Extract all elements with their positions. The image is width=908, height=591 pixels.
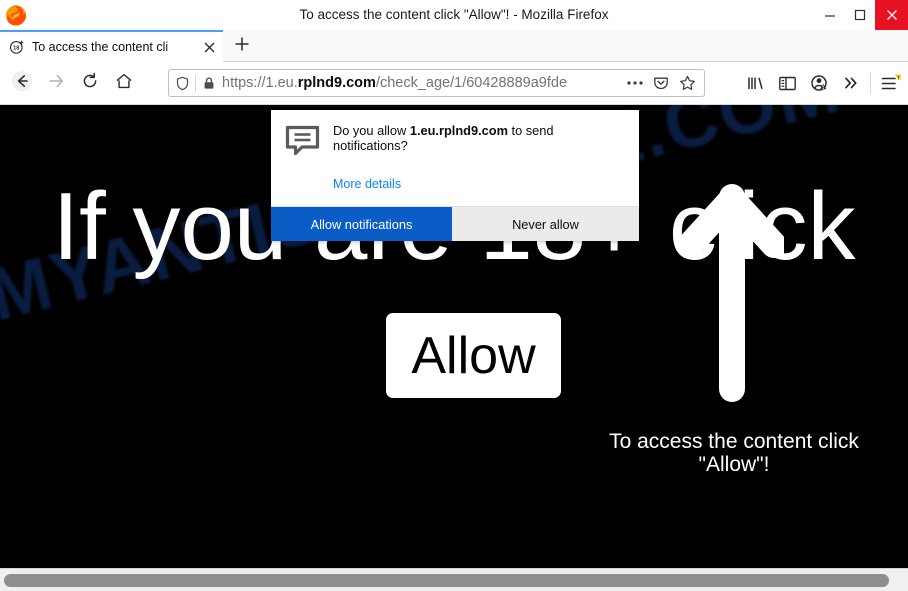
horizontal-scrollbar[interactable] — [0, 568, 908, 591]
tab-strip: 18 To access the content cli — [0, 30, 908, 62]
notification-popup-body: Do you allow 1.eu.rplnd9.com to send not… — [271, 110, 639, 206]
url-action-icons — [622, 70, 704, 96]
never-allow-button[interactable]: Never allow — [452, 207, 639, 241]
minimize-button[interactable] — [815, 0, 845, 30]
notification-popup-message: Do you allow 1.eu.rplnd9.com to send not… — [333, 123, 625, 153]
home-icon — [115, 72, 133, 95]
svg-text:18: 18 — [13, 46, 19, 52]
forward-arrow-icon — [47, 72, 65, 95]
browser-tab-title: To access the content cli — [32, 40, 169, 54]
tracking-protection-shield-icon[interactable] — [169, 76, 195, 91]
speech-bubble-notification-icon — [285, 123, 331, 196]
tab-close-icon[interactable] — [199, 37, 219, 57]
notification-origin: 1.eu.rplnd9.com — [409, 123, 508, 138]
page-footer-line1: To access the content click — [609, 430, 859, 453]
pocket-icon[interactable] — [648, 70, 674, 96]
age-18-plus-icon: 18 — [8, 39, 25, 56]
reload-button[interactable] — [75, 68, 105, 98]
double-chevron-right-icon[interactable] — [835, 68, 867, 98]
toolbar-divider — [870, 72, 871, 94]
window-titlebar: To access the content click "Allow"! - M… — [0, 0, 908, 30]
up-arrow-icon — [677, 183, 787, 403]
firefox-browser-window: To access the content click "Allow"! - M… — [0, 0, 908, 591]
toolbar-right-icons — [739, 68, 906, 98]
window-title: To access the content click "Allow"! - M… — [299, 7, 609, 22]
home-button[interactable] — [109, 68, 139, 98]
notification-message-prefix: Do you allow — [333, 123, 410, 138]
more-details-link[interactable]: More details — [333, 177, 401, 191]
notification-permission-popup: Do you allow 1.eu.rplnd9.com to send not… — [271, 110, 639, 241]
allow-notifications-button[interactable]: Allow notifications — [271, 207, 452, 241]
url-path: /check_age/1/60428889a9fde — [375, 75, 568, 91]
notification-popup-text-column: Do you allow 1.eu.rplnd9.com to send not… — [331, 123, 625, 196]
url-domain: rplnd9.com — [297, 75, 376, 91]
plus-icon — [234, 36, 250, 57]
page-footer-text: To access the content click "Allow"! — [560, 430, 908, 476]
reload-icon — [81, 72, 99, 95]
url-text[interactable]: https://1.eu.rplnd9.com/check_age/1/6042… — [222, 70, 622, 96]
forward-button[interactable] — [41, 68, 71, 98]
maximize-button[interactable] — [845, 0, 875, 30]
browser-tab-active[interactable]: 18 To access the content cli — [0, 30, 223, 62]
star-icon[interactable] — [674, 70, 700, 96]
account-warning-icon[interactable] — [803, 68, 835, 98]
horizontal-scrollbar-thumb[interactable] — [4, 574, 889, 587]
back-arrow-icon — [11, 70, 33, 97]
notification-popup-actions: Allow notifications Never allow — [271, 206, 639, 241]
url-bar[interactable]: https://1.eu.rplnd9.com/check_age/1/6042… — [168, 69, 705, 97]
back-button[interactable] — [7, 68, 37, 98]
padlock-icon[interactable] — [196, 76, 222, 90]
close-button[interactable] — [875, 0, 908, 30]
window-controls — [815, 0, 908, 30]
library-icon[interactable] — [739, 68, 771, 98]
sidebar-icon[interactable] — [771, 68, 803, 98]
url-scheme: https://1.eu. — [222, 75, 298, 91]
page-allow-button[interactable]: Allow — [386, 313, 561, 398]
hamburger-menu-icon[interactable] — [874, 68, 906, 98]
ellipsis-icon[interactable] — [622, 70, 648, 96]
new-tab-button[interactable] — [228, 32, 256, 60]
navigation-toolbar: https://1.eu.rplnd9.com/check_age/1/6042… — [0, 62, 908, 105]
page-footer-line2: "Allow"! — [698, 453, 770, 476]
